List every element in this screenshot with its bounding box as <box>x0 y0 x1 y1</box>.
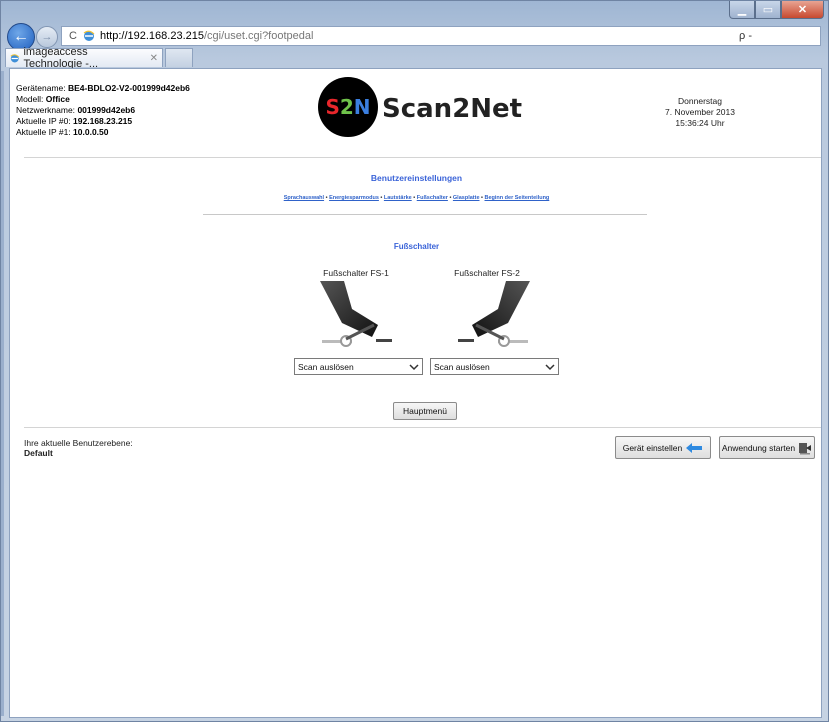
divider <box>203 214 647 215</box>
close-icon[interactable]: ✕ <box>781 1 824 19</box>
fs2-label: Fußschalter FS-2 <box>454 268 520 278</box>
browser-window: ▁ ▭ ✕ ← → C http://192.168.23.215/cgi/us… <box>0 0 829 722</box>
window-left-edge <box>1 71 4 716</box>
favorites-star-icon[interactable]: ★ <box>786 29 797 43</box>
new-tab-button[interactable] <box>165 48 193 67</box>
fs2-select[interactable]: Scan auslösen <box>430 358 559 375</box>
ie-page-icon <box>83 30 97 42</box>
forward-button[interactable]: → <box>36 26 58 48</box>
ip1-value: 10.0.0.50 <box>73 127 109 137</box>
scanner-icon <box>799 442 812 454</box>
ip0-row: Aktuelle IP #0: 192.168.23.215 <box>16 116 133 126</box>
url-path: /cgi/uset.cgi?footpedal <box>203 30 314 42</box>
arrow-right-icon: → <box>41 31 53 43</box>
user-level: Ihre aktuelle Benutzerebene: Default <box>24 438 133 458</box>
minimize-icon[interactable]: ▁ <box>729 1 755 19</box>
maximize-icon[interactable]: ▭ <box>755 1 781 19</box>
nav-link-footswitch[interactable]: Fußschalter <box>417 195 448 201</box>
ip1-row: Aktuelle IP #1: 10.0.0.50 <box>16 127 109 137</box>
device-setup-button[interactable]: Gerät einstellen <box>615 436 711 459</box>
settings-gear-icon[interactable]: ⚙ <box>807 29 818 43</box>
logo-wordmark: Scan2Net <box>382 94 522 124</box>
tab-close-icon[interactable]: ✕ <box>150 53 158 64</box>
main-menu-button[interactable]: Hauptmenü <box>393 402 457 420</box>
nav-link-glass-plate[interactable]: Glasplatte <box>453 195 480 201</box>
footpedal-right-icon <box>452 281 534 351</box>
refresh-icon[interactable]: C <box>66 30 80 42</box>
chevron-down-icon <box>409 364 419 371</box>
search-icon[interactable]: ρ - <box>739 30 752 42</box>
footpedal-left-icon <box>316 281 398 351</box>
home-icon[interactable]: ⌂ <box>769 29 776 43</box>
device-name-row: Gerätename: BE4-BDLO2-V2-001999d42eb6 <box>16 83 190 93</box>
network-name: 001999d42eb6 <box>77 105 136 115</box>
arrow-left-blue-icon <box>686 442 703 453</box>
device-model-row: Modell: Office <box>16 94 70 104</box>
ie-tab-icon <box>10 53 20 62</box>
user-level-label: Ihre aktuelle Benutzerebene: <box>24 438 133 448</box>
device-name: BE4-BDLO2-V2-001999d42eb6 <box>68 83 190 93</box>
divider <box>24 157 821 158</box>
chevron-down-icon <box>545 364 555 371</box>
url-host: http://192.168.23.215 <box>100 30 204 42</box>
scan2net-logo: S2N Scan2Net <box>312 76 552 138</box>
network-name-row: Netzwerkname: 001999d42eb6 <box>16 105 136 115</box>
fs2-select-value: Scan auslösen <box>434 361 490 372</box>
date-info: Donnerstag 7. November 2013 15:36:24 Uhr <box>650 96 750 129</box>
date: 7. November 2013 <box>665 107 735 117</box>
tab-title: imageaccess Technologie -... <box>23 46 99 70</box>
address-bar[interactable]: C http://192.168.23.215/cgi/uset.cgi?foo… <box>61 26 821 46</box>
nav-link-volume[interactable]: Lautstärke <box>384 195 412 201</box>
fs1-label: Fußschalter FS-1 <box>323 268 389 278</box>
nav-link-energy[interactable]: Energiesparmodus <box>329 195 379 201</box>
tab-active[interactable]: imageaccess Technologie -... ✕ <box>5 46 163 70</box>
user-level-value: Default <box>24 448 53 458</box>
nav-link-page-split[interactable]: Beginn der Seitenteilung <box>485 195 550 201</box>
time: 15:36:24 Uhr <box>675 118 725 128</box>
device-info: Gerätename: BE4-BDLO2-V2-001999d42eb6 Mo… <box>16 83 190 138</box>
device-model: Office <box>45 94 70 104</box>
window-controls: ▁ ▭ ✕ <box>729 1 824 19</box>
nav-link-language[interactable]: Sprachauswahl <box>284 195 324 201</box>
fs1-select-value: Scan auslösen <box>298 361 354 372</box>
settings-nav: Sprachauswahl • Energiesparmodus • Lauts… <box>283 195 550 201</box>
divider <box>24 427 821 428</box>
footswitch-title: Fußschalter <box>393 242 440 251</box>
start-application-button[interactable]: Anwendung starten <box>719 436 815 459</box>
weekday: Donnerstag <box>678 96 722 106</box>
section-title: Benutzereinstellungen <box>370 173 463 183</box>
ip0-value: 192.168.23.215 <box>73 116 133 126</box>
tab-strip: imageaccess Technologie -... ✕ <box>5 46 193 70</box>
arrow-left-icon: ← <box>13 28 29 45</box>
fs1-select[interactable]: Scan auslösen <box>294 358 423 375</box>
toolbar-icons: ⌂ ★ ⚙ <box>769 29 818 43</box>
page-content: Gerätename: BE4-BDLO2-V2-001999d42eb6 Mo… <box>9 68 822 718</box>
logo-mark: S2N <box>325 95 370 119</box>
